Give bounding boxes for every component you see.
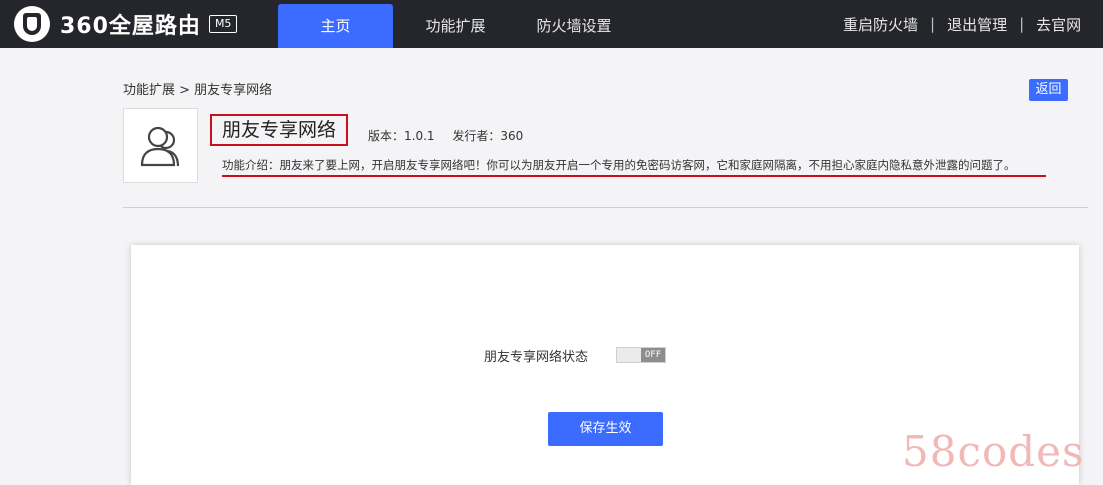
logout-link[interactable]: 退出管理 (947, 14, 1007, 35)
app-description: 功能介绍：朋友来了要上网，开启朋友专享网络吧！你可以为朋友开启一个专用的免密码访… (222, 157, 1046, 177)
network-status-toggle[interactable]: OFF (616, 347, 666, 363)
app-icon-box (123, 108, 198, 183)
network-status-label: 朋友专享网络状态 (484, 350, 589, 365)
watermark: 58codes (902, 427, 1085, 476)
back-button[interactable]: 返回 (1029, 79, 1068, 101)
shield-logo-icon (14, 6, 50, 42)
app-version: 版本：1.0.1 (368, 129, 435, 143)
official-site-link[interactable]: 去官网 (1036, 14, 1081, 35)
toggle-off-indicator: OFF (641, 348, 665, 362)
top-right-links: 重启防火墙 | 退出管理 | 去官网 (843, 0, 1103, 48)
breadcrumb: 功能扩展 > 朋友专享网络 (123, 83, 273, 98)
restart-firewall-link[interactable]: 重启防火墙 (843, 14, 918, 35)
user-group-icon (140, 126, 180, 167)
save-button[interactable]: 保存生效 (548, 412, 663, 446)
app-title: 朋友专享网络 (210, 114, 349, 146)
brand-logo[interactable]: 360全屋路由 M5 (14, 6, 238, 42)
section-divider (123, 207, 1088, 208)
tab-home[interactable]: 主页 (278, 4, 393, 48)
nav-separator: | (1019, 15, 1025, 33)
brand-name: 360全屋路由 (60, 14, 201, 39)
model-badge: M5 (208, 15, 238, 33)
tab-firewall-settings[interactable]: 防火墙设置 (520, 4, 628, 48)
app-publisher: 发行者：360 (452, 129, 524, 143)
nav-separator: | (930, 15, 936, 33)
top-navigation-bar: 360全屋路由 M5 主页 功能扩展 防火墙设置 重启防火墙 | 退出管理 | … (0, 0, 1103, 48)
app-meta: 版本：1.0.1 发行者：360 (368, 127, 537, 144)
tab-extensions[interactable]: 功能扩展 (408, 4, 503, 48)
